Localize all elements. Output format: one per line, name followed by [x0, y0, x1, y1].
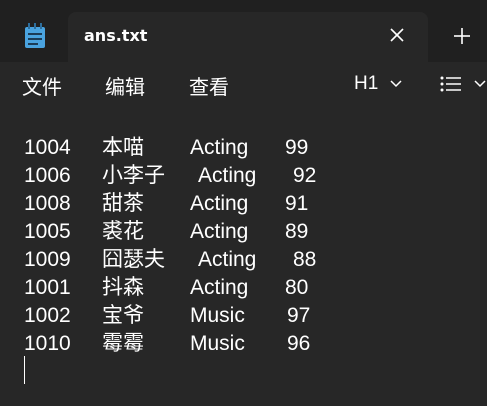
chevron-down-icon	[474, 80, 486, 88]
line-score: 99	[285, 136, 309, 159]
line-id: 1009	[24, 248, 71, 271]
tab-ans-txt[interactable]: ans.txt	[68, 12, 428, 62]
line-name: 霉霉	[102, 332, 144, 355]
list-dropdown[interactable]	[440, 74, 486, 94]
line-score: 80	[285, 276, 309, 299]
line-score: 88	[293, 248, 317, 271]
heading-dropdown[interactable]: H1	[354, 71, 402, 97]
line-name: 甜茶	[102, 192, 144, 215]
line-score: 96	[287, 332, 311, 355]
line-category: Acting	[190, 220, 249, 243]
line-name: 本喵	[102, 136, 144, 159]
line-id: 1005	[24, 220, 71, 243]
line-score: 91	[285, 192, 309, 215]
line-category: Acting	[190, 136, 249, 159]
line-id: 1001	[24, 276, 71, 299]
menu-bar: 文件 编辑 查看 H1	[0, 62, 487, 106]
line-name: 抖森	[102, 276, 144, 299]
text-caret	[24, 356, 25, 384]
line-name: 囧瑟夫	[102, 248, 165, 271]
line-name: 宝爷	[102, 304, 144, 327]
line-id: 1002	[24, 304, 71, 327]
line-category: Music	[190, 332, 245, 355]
tab-bar: ans.txt	[0, 0, 487, 62]
line-id: 1008	[24, 192, 71, 215]
tab-title: ans.txt	[84, 26, 148, 45]
plus-icon[interactable]	[452, 26, 472, 46]
heading-label: H1	[354, 73, 379, 94]
menu-view[interactable]: 查看	[189, 71, 229, 100]
menu-file[interactable]: 文件	[22, 71, 62, 100]
menu-edit[interactable]: 编辑	[105, 71, 145, 100]
line-id: 1006	[24, 164, 71, 187]
line-id: 1004	[24, 136, 71, 159]
line-category: Music	[190, 304, 245, 327]
line-name: 裘花	[102, 220, 144, 243]
line-score: 92	[293, 164, 317, 187]
list-icon	[440, 76, 461, 92]
line-name: 小李子	[102, 164, 165, 187]
close-icon[interactable]	[388, 26, 406, 44]
line-category: Acting	[190, 192, 249, 215]
line-id: 1010	[24, 332, 71, 355]
notepad-icon	[25, 23, 45, 48]
line-category: Acting	[190, 276, 249, 299]
line-score: 89	[285, 220, 309, 243]
notepad-window: ans.txt 文件 编辑 查看 H1 1004 本喵 Acting 99 10…	[0, 0, 487, 406]
line-score: 97	[287, 304, 311, 327]
line-category: Acting	[198, 248, 257, 271]
line-category: Acting	[198, 164, 257, 187]
text-editor[interactable]: 1004 本喵 Acting 99 1006 小李子 Acting 92 100…	[0, 106, 487, 406]
chevron-down-icon	[390, 80, 402, 88]
